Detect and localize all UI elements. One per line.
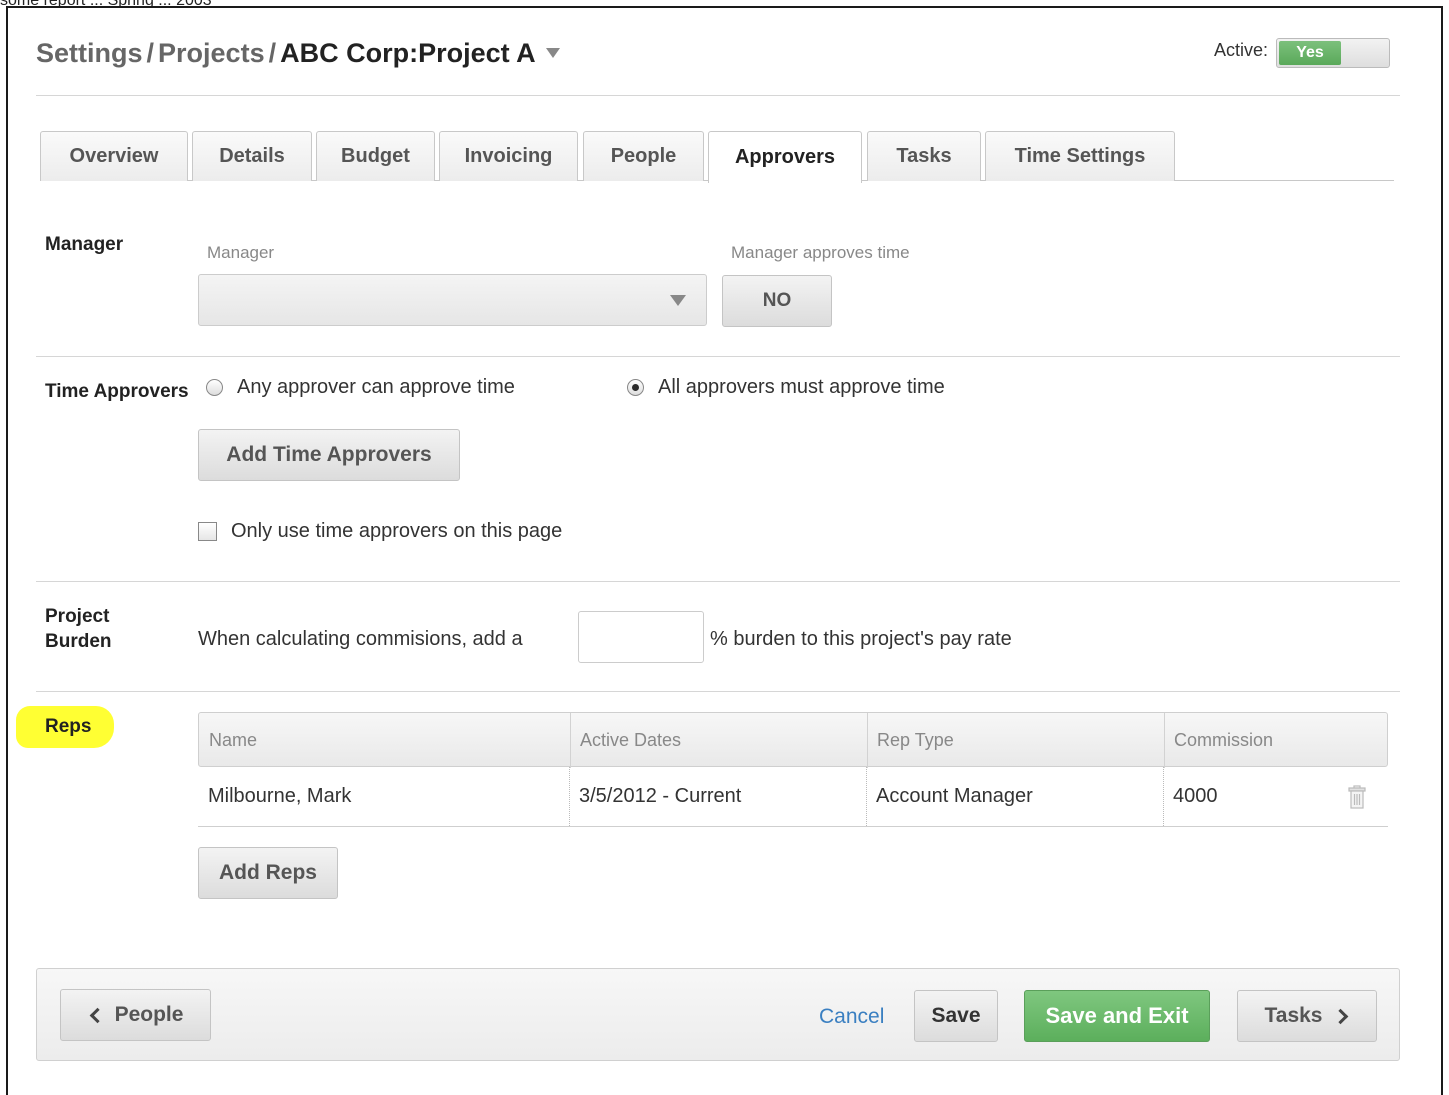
tab-overview[interactable]: Overview (40, 131, 188, 181)
manager-select[interactable] (198, 274, 707, 326)
reps-table-header: Name Active Dates Rep Type Commission (198, 712, 1388, 768)
breadcrumb-settings[interactable]: Settings (36, 38, 143, 68)
trash-icon[interactable] (1348, 785, 1366, 809)
project-burden-section-label: Project Burden (45, 606, 112, 652)
rep-active-dates-cell: 3/5/2012 - Current (579, 785, 742, 807)
tab-bar: Overview Details Budget Invoicing People… (40, 131, 1394, 183)
manager-approves-toggle[interactable]: NO (722, 275, 832, 327)
active-label: Active: (1213, 39, 1268, 60)
radio-any-label: Any approver can approve time (237, 376, 515, 398)
column-header-active-dates[interactable]: Active Dates (570, 713, 681, 768)
radio-all-icon[interactable] (627, 379, 644, 396)
only-use-label: Only use time approvers on this page (231, 520, 563, 542)
tab-invoicing[interactable]: Invoicing (439, 131, 578, 181)
tab-details[interactable]: Details (192, 131, 312, 181)
next-tasks-label: Tasks (1264, 1004, 1323, 1027)
breadcrumb: Settings / Projects / ABC Corp:Project A (36, 38, 560, 69)
only-use-checkbox-row[interactable]: Only use time approvers on this page (198, 520, 562, 543)
add-reps-button[interactable]: Add Reps (198, 847, 338, 899)
radio-all-label: All approvers must approve time (658, 376, 945, 398)
radio-any-approver[interactable]: Any approver can approve time (206, 376, 515, 399)
column-header-rep-type[interactable]: Rep Type (867, 713, 954, 768)
rep-name-cell: Milbourne, Mark (208, 785, 352, 807)
save-button[interactable]: Save (914, 990, 998, 1042)
radio-any-icon[interactable] (206, 379, 223, 396)
tab-approvers[interactable]: Approvers (708, 131, 862, 183)
table-row[interactable]: Milbourne, Mark 3/5/2012 - Current Accou… (198, 767, 1388, 827)
column-header-commission[interactable]: Commission (1164, 713, 1273, 768)
add-time-approvers-button[interactable]: Add Time Approvers (198, 429, 460, 481)
manager-approves-label: Manager approves time (731, 243, 910, 262)
back-people-label: People (114, 1003, 184, 1026)
only-use-checkbox[interactable] (198, 522, 217, 541)
breadcrumb-separator: / (146, 38, 155, 68)
section-divider (36, 691, 1400, 692)
burden-percent-input[interactable] (578, 611, 704, 663)
breadcrumb-projects[interactable]: Projects (158, 38, 265, 68)
section-divider (36, 356, 1400, 357)
manager-field-label: Manager (207, 243, 275, 262)
page-title: ABC Corp:Project A (280, 38, 536, 68)
caret-down-icon[interactable] (545, 47, 560, 58)
section-divider (36, 581, 1400, 582)
save-and-exit-button[interactable]: Save and Exit (1024, 990, 1210, 1042)
tab-tasks[interactable]: Tasks (867, 131, 981, 181)
active-toggle-group: Active: Yes (1214, 38, 1390, 68)
burden-text-after: % burden to this project's pay rate (710, 628, 1012, 650)
rep-type-cell: Account Manager (876, 785, 1033, 807)
burden-text-before: When calculating commisions, add a (198, 628, 523, 650)
rep-commission-cell: 4000 (1173, 785, 1218, 807)
chevron-down-icon (670, 295, 686, 306)
active-toggle-on: Yes (1279, 41, 1341, 65)
page-header: Settings / Projects / ABC Corp:Project A Act… (36, 36, 1400, 96)
chevron-left-icon (89, 1007, 105, 1023)
tab-people[interactable]: People (583, 131, 704, 181)
breadcrumb-separator: / (268, 38, 277, 68)
cancel-link[interactable]: Cancel (819, 1005, 884, 1029)
reps-table: Name Active Dates Rep Type Commission Mi… (198, 712, 1388, 827)
tab-time-settings[interactable]: Time Settings (985, 131, 1175, 181)
chevron-right-icon (1332, 1008, 1348, 1024)
reps-section-label: Reps (45, 716, 92, 737)
active-toggle[interactable]: Yes (1276, 38, 1390, 68)
radio-all-approvers[interactable]: All approvers must approve time (627, 376, 945, 399)
tab-budget[interactable]: Budget (316, 131, 435, 181)
next-tasks-button[interactable]: Tasks (1237, 990, 1377, 1042)
column-header-name[interactable]: Name (199, 713, 257, 768)
footer-bar: People Cancel Save Save and Exit Tasks (36, 968, 1400, 1061)
back-people-button[interactable]: People (60, 989, 211, 1041)
time-approvers-section-label: Time Approvers (45, 381, 189, 402)
manager-section-label: Manager (45, 234, 124, 255)
